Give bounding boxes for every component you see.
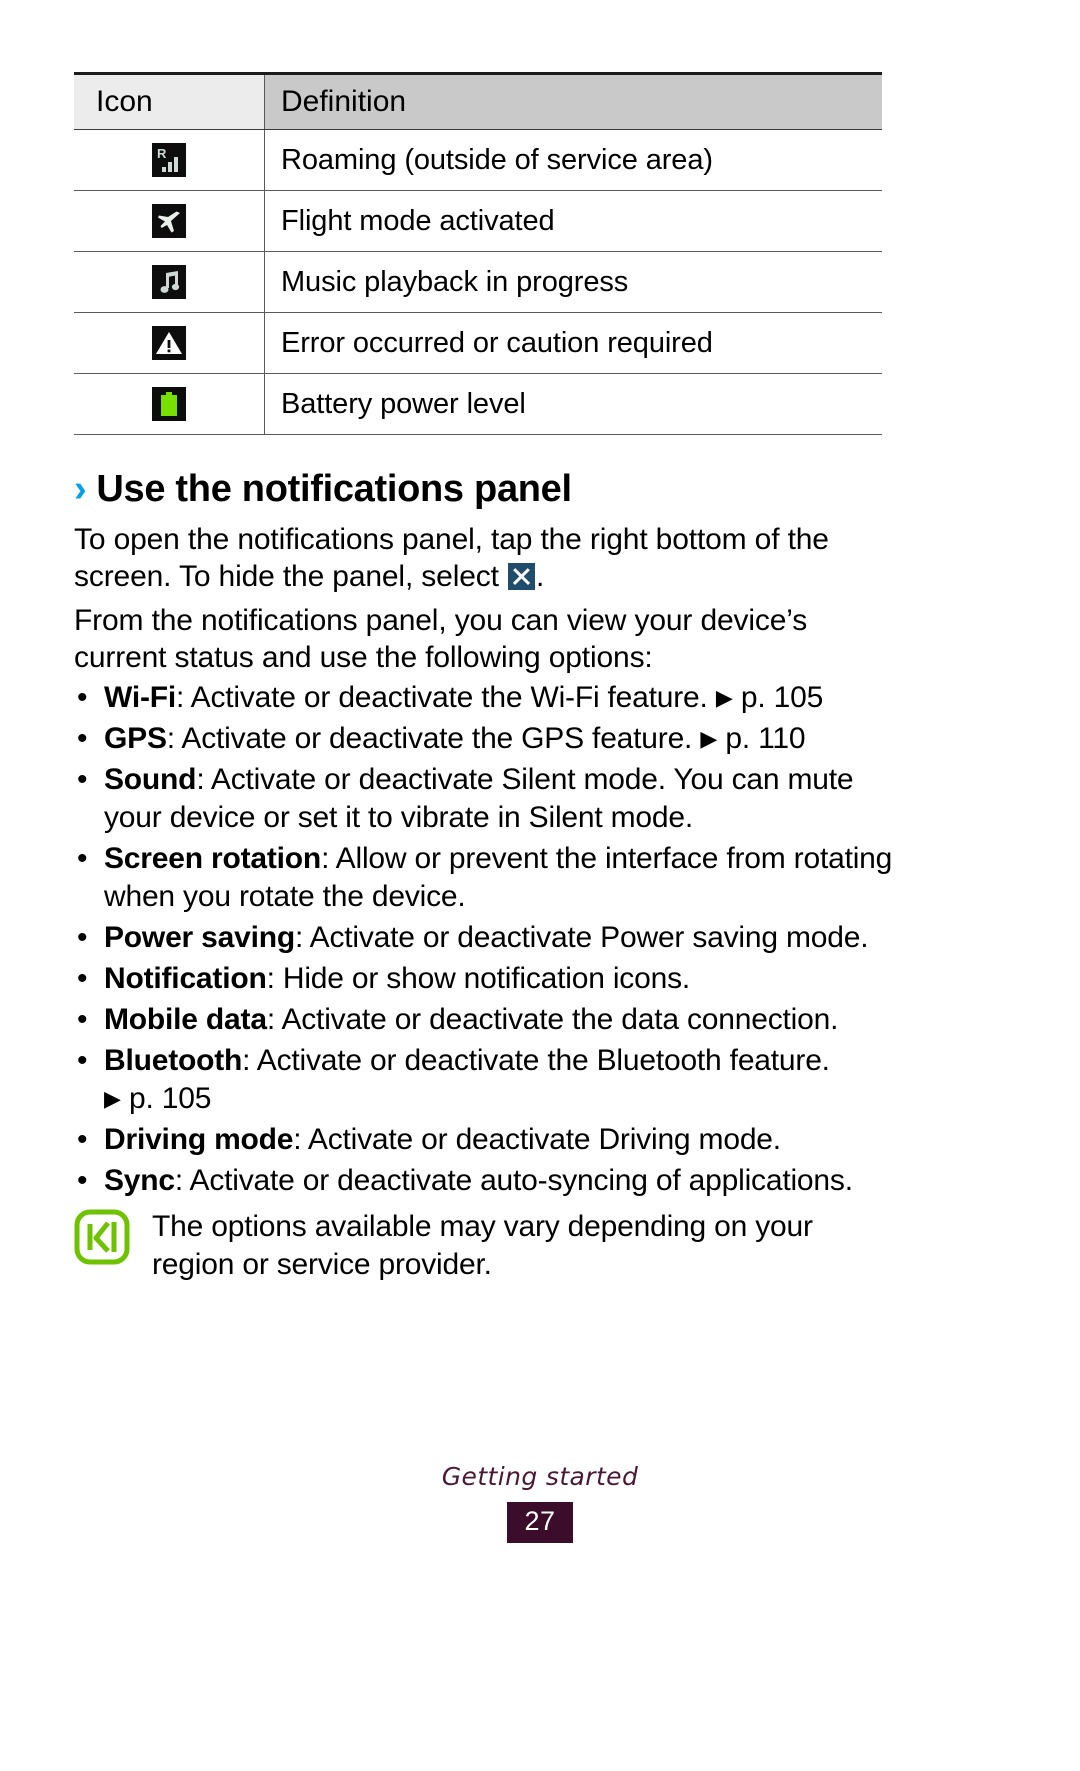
page-ref: p. 105 xyxy=(120,1082,212,1115)
list-item-text: : Activate or deactivate the Bluetooth f… xyxy=(242,1044,830,1077)
list-item: • Sync: Activate or deactivate auto-synci… xyxy=(74,1162,894,1200)
svg-text:R: R xyxy=(157,146,167,161)
table-row: R Roaming (outside of service area) xyxy=(74,129,882,191)
close-icon xyxy=(507,563,535,590)
page-ref: p. 105 xyxy=(732,681,824,714)
table-row: Battery power level xyxy=(74,373,882,435)
page-footer: Getting started 27 xyxy=(0,1462,1080,1543)
list-item-label: Notification xyxy=(104,962,267,995)
list-item: • Power saving: Activate or deactivate Po… xyxy=(74,919,894,957)
icon-cell xyxy=(74,373,265,435)
definition-cell: Flight mode activated xyxy=(264,190,882,252)
list-item-label: Wi-Fi xyxy=(104,681,177,714)
list-item-text: : Activate or deactivate the data connec… xyxy=(266,1003,839,1036)
list-item-label: Sync xyxy=(104,1164,175,1197)
list-item-text: : Activate or deactivate Silent mode. Yo… xyxy=(104,763,854,834)
list-item: • GPS: Activate or deactivate the GPS fea… xyxy=(74,720,894,758)
definition-cell: Roaming (outside of service area) xyxy=(264,129,882,191)
page-ref: p. 110 xyxy=(717,722,806,755)
page-ref-arrow-icon: ▶ xyxy=(715,685,733,710)
list-item: • Mobile data: Activate or deactivate the… xyxy=(74,1001,894,1039)
bullet-dot: • xyxy=(77,722,88,755)
battery-icon xyxy=(152,387,186,421)
section-heading: › Use the notifications panel xyxy=(74,468,894,511)
list-item: • Driving mode: Activate or deactivate Dr… xyxy=(74,1121,894,1159)
bullet-dot: • xyxy=(77,763,88,796)
list-item: • Screen rotation: Allow or prevent the i… xyxy=(74,840,894,916)
list-item-label: Mobile data xyxy=(104,1003,267,1036)
icon-cell: R xyxy=(74,129,265,191)
footer-section-title: Getting started xyxy=(441,1462,639,1491)
list-item-text: : Activate or deactivate auto-syncing of… xyxy=(174,1164,853,1197)
note-text: The options available may vary depending… xyxy=(152,1210,813,1281)
section-heading-text: Use the notifications panel xyxy=(96,468,572,510)
list-item: • Wi-Fi: Activate or deactivate the Wi-Fi… xyxy=(74,679,894,717)
paragraph-text-part2: . xyxy=(535,560,545,593)
list-item: • Bluetooth: Activate or deactivate the B… xyxy=(74,1042,894,1118)
bullet-dot: • xyxy=(77,1044,88,1077)
list-item-text: : Activate or deactivate Power saving mo… xyxy=(295,921,869,954)
table-header-row: Icon Definition xyxy=(74,72,882,130)
table-row: Music playback in progress xyxy=(74,251,882,313)
list-item-text: : Hide or show notification icons. xyxy=(266,962,691,995)
paragraph-text-part1: To open the notifications panel, tap the… xyxy=(74,523,829,593)
bullet-dot: • xyxy=(77,842,88,875)
paragraph-panel-status: From the notifications panel, you can vi… xyxy=(74,604,808,674)
roaming-signal-icon: R xyxy=(152,143,186,177)
paragraph-open-panel: To open the notifications panel, tap the… xyxy=(74,521,886,595)
list-item-text: : Activate or deactivate the GPS feature… xyxy=(166,722,701,755)
options-list: • Wi-Fi: Activate or deactivate the Wi-Fi… xyxy=(74,679,894,1203)
note-pen-icon xyxy=(74,1209,130,1265)
definition-cell: Error occurred or caution required xyxy=(264,312,882,374)
definition-cell: Battery power level xyxy=(264,373,882,435)
list-item-label: Power saving xyxy=(104,921,296,954)
table-row: Error occurred or caution required xyxy=(74,312,882,374)
list-item-label: Bluetooth xyxy=(104,1044,243,1077)
list-item: • Sound: Activate or deactivate Silent mo… xyxy=(74,761,894,837)
table-row: Flight mode activated xyxy=(74,190,882,252)
music-note-icon xyxy=(152,265,186,299)
bullet-dot: • xyxy=(77,1123,88,1156)
definition-cell: Music playback in progress xyxy=(264,251,882,313)
list-item-label: Driving mode xyxy=(104,1123,294,1156)
page-number-badge: 27 xyxy=(507,1502,573,1543)
list-item-text: : Activate or deactivate the Wi-Fi featu… xyxy=(176,681,716,714)
list-item-label: Screen rotation xyxy=(104,842,322,875)
column-header-icon: Icon xyxy=(74,72,265,130)
bullet-dot: • xyxy=(77,1003,88,1036)
note-callout: The options available may vary depending… xyxy=(74,1206,890,1284)
bullet-dot: • xyxy=(77,1164,88,1197)
status-icon-table: Icon Definition R Roaming (outside of se… xyxy=(74,72,882,435)
page-ref-arrow-icon: ▶ xyxy=(104,1086,121,1111)
list-item-label: GPS xyxy=(104,722,167,755)
list-item-label: Sound xyxy=(104,763,197,796)
list-item: • Notification: Hide or show notification… xyxy=(74,960,894,998)
chevron-right-icon: › xyxy=(74,468,87,510)
page-ref-arrow-icon: ▶ xyxy=(700,726,718,751)
icon-cell xyxy=(74,251,265,313)
bullet-dot: • xyxy=(77,921,88,954)
bullet-dot: • xyxy=(77,962,88,995)
document-page: Icon Definition R Roaming (outside of se… xyxy=(0,0,1080,1771)
bullet-dot: • xyxy=(77,681,88,714)
icon-cell xyxy=(74,312,265,374)
column-header-definition: Definition xyxy=(264,72,882,130)
flight-mode-icon xyxy=(152,204,186,238)
list-item-text: : Activate or deactivate Driving mode. xyxy=(293,1123,781,1156)
icon-cell xyxy=(74,190,265,252)
warning-triangle-icon xyxy=(152,326,186,360)
